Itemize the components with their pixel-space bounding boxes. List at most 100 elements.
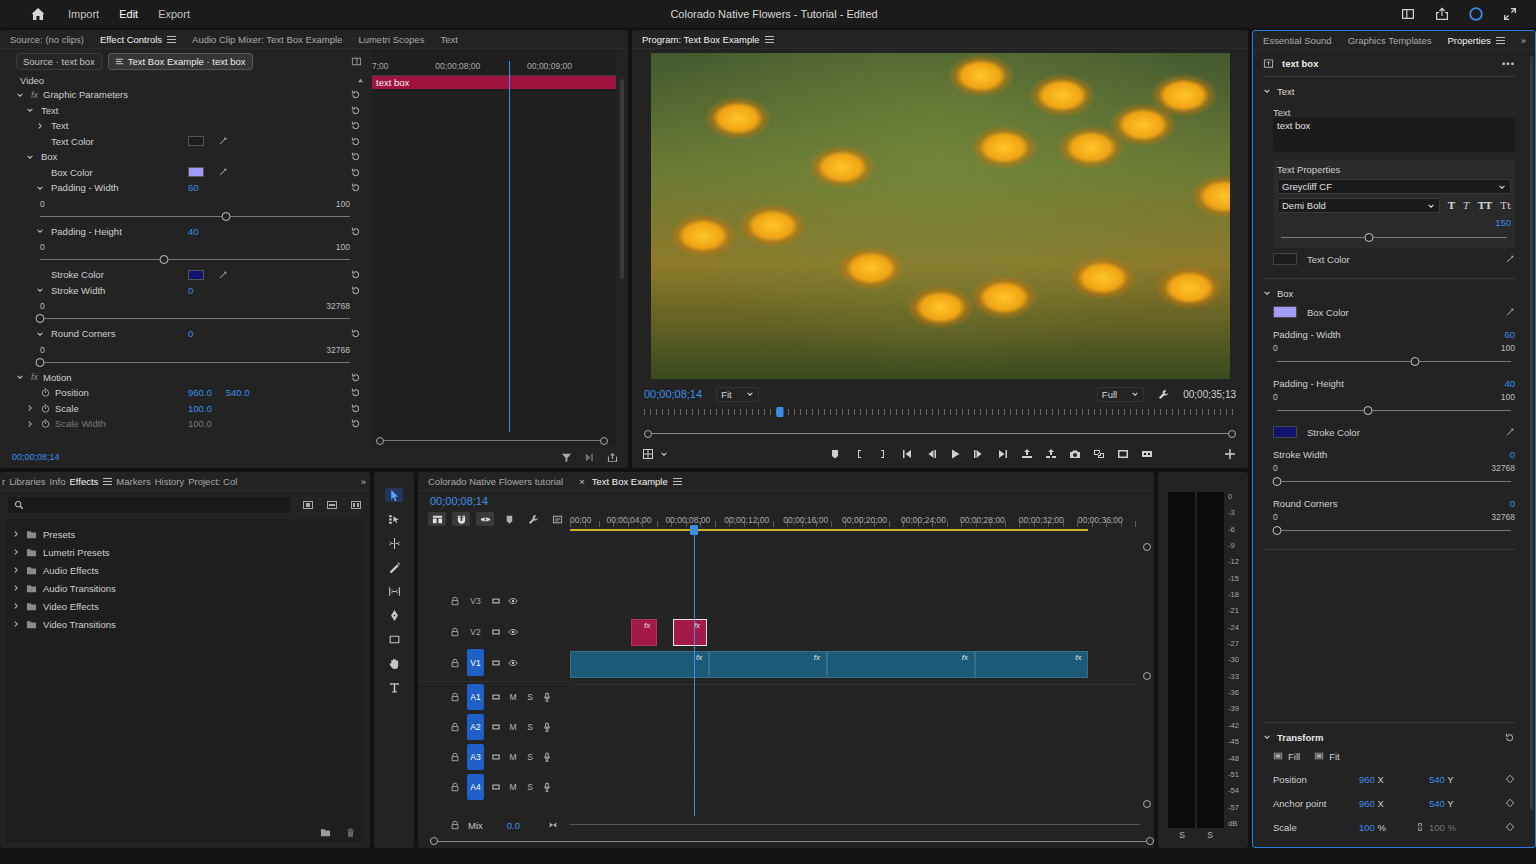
lift-icon[interactable]	[1021, 448, 1033, 460]
trash-icon[interactable]	[345, 827, 356, 838]
sequence-tab[interactable]: Colorado Native Flowers tutorial	[428, 476, 563, 487]
track-target-button[interactable]: V2	[467, 618, 484, 645]
slider-knob[interactable]	[36, 314, 45, 323]
x-value[interactable]: 960 X	[1359, 798, 1411, 809]
sync-lock-icon[interactable]	[491, 752, 501, 762]
home-icon[interactable]	[30, 6, 46, 22]
panel-tab[interactable]: Audio Clip Mixer: Text Box Example	[192, 34, 342, 45]
lock-icon[interactable]	[450, 658, 460, 668]
reset-icon[interactable]	[350, 328, 361, 339]
panel-menu-icon[interactable]	[673, 477, 682, 486]
add-button-icon[interactable]	[1224, 448, 1236, 460]
more-options-button[interactable]: •••	[1502, 58, 1515, 69]
slider-knob[interactable]	[1273, 477, 1282, 486]
stopwatch-icon[interactable]	[41, 404, 50, 413]
share-icon[interactable]	[1434, 6, 1450, 22]
timeline-toggle-button[interactable]	[476, 512, 494, 526]
link-icon[interactable]	[1415, 822, 1425, 832]
collapse-icon[interactable]	[16, 373, 24, 381]
vr-video-icon[interactable]	[1141, 448, 1153, 460]
slider-value[interactable]: 60	[1504, 329, 1515, 340]
go-to-out-icon[interactable]	[997, 448, 1009, 460]
sync-lock-icon[interactable]	[491, 596, 501, 606]
panel-tab[interactable]: Markers	[116, 476, 150, 487]
reset-icon[interactable]	[350, 285, 361, 296]
mute-button[interactable]: M	[508, 782, 518, 792]
eyedropper-icon[interactable]	[218, 270, 228, 280]
solo-channel-button[interactable]: S	[1207, 830, 1213, 840]
slider-knob[interactable]	[36, 358, 45, 367]
32bit-effects-icon[interactable]	[326, 499, 338, 511]
track-target-button[interactable]: V3	[467, 587, 484, 614]
linked-selection-icon[interactable]	[480, 514, 491, 525]
fullscreen-icon[interactable]	[1502, 6, 1518, 22]
clip[interactable]: fx	[975, 651, 1088, 678]
section-header[interactable]: Transform	[1263, 729, 1515, 745]
captions-icon[interactable]	[552, 514, 563, 525]
tool-button[interactable]	[385, 488, 403, 502]
quality-dropdown[interactable]: Full	[1097, 387, 1144, 402]
insert-nest-icon[interactable]	[432, 514, 443, 525]
fx-badge[interactable]: fx	[962, 653, 968, 662]
solo-button[interactable]: S	[525, 692, 535, 702]
collapse-icon[interactable]	[1263, 87, 1271, 95]
collapse-icon[interactable]	[26, 153, 34, 161]
rectangle-icon[interactable]	[388, 633, 401, 646]
chevron-down-icon[interactable]	[660, 450, 668, 458]
search-field[interactable]	[8, 497, 290, 513]
clip-tab[interactable]: Text Box Example · text box	[108, 53, 253, 70]
fit-option-button[interactable]: Fill	[1273, 751, 1300, 762]
pen-icon[interactable]	[388, 609, 401, 622]
color-swatch[interactable]	[188, 136, 204, 146]
mark-out-icon[interactable]	[877, 448, 889, 460]
clip-tab[interactable]: Source · text box	[16, 53, 102, 70]
slider-track[interactable]	[1277, 361, 1511, 362]
video-track[interactable]	[570, 585, 1140, 617]
slip-icon[interactable]	[388, 585, 401, 598]
settings-wrench-icon[interactable]	[528, 514, 539, 525]
collapse-icon[interactable]	[1263, 733, 1271, 741]
mute-button[interactable]: M	[508, 692, 518, 702]
y-value[interactable]: 100 %	[1429, 822, 1481, 833]
collapse-icon[interactable]	[16, 91, 24, 99]
safe-margins-icon[interactable]	[1117, 448, 1129, 460]
tool-button[interactable]	[385, 608, 403, 622]
step-forward-icon[interactable]	[973, 448, 985, 460]
slider-knob[interactable]	[1365, 233, 1374, 242]
playhead-timecode[interactable]: 00;00;08;14	[644, 388, 702, 400]
tool-button[interactable]	[385, 656, 403, 670]
play-audio-icon[interactable]	[584, 452, 595, 463]
clip[interactable]: fx	[631, 619, 657, 646]
reset-icon[interactable]	[350, 105, 361, 116]
video-track[interactable]: fxfx	[570, 617, 1140, 649]
y-value[interactable]: 540 Y	[1429, 798, 1481, 809]
parameter-value[interactable]: 40	[188, 226, 199, 237]
eyedropper-icon[interactable]	[218, 167, 228, 177]
playhead-handle[interactable]	[690, 525, 698, 535]
microphone-icon[interactable]	[542, 722, 552, 732]
text-field[interactable]: text box	[1273, 118, 1515, 152]
reset-icon[interactable]	[350, 269, 361, 280]
panel-menu-icon[interactable]	[1496, 36, 1505, 45]
keyframe-icon[interactable]	[1505, 798, 1515, 808]
panel-tab[interactable]: Text	[440, 34, 457, 45]
fx-badge[interactable]: fx	[696, 653, 702, 662]
comparison-view-icon[interactable]	[1093, 448, 1105, 460]
fx-badge[interactable]: fx	[31, 372, 38, 382]
collapse-icon[interactable]	[36, 184, 44, 192]
tool-button[interactable]	[385, 584, 403, 598]
workspace-menu-item[interactable]: Edit	[119, 8, 138, 20]
slider-knob[interactable]	[1273, 526, 1282, 535]
keyframe-icon[interactable]	[1505, 822, 1515, 832]
sequence-tab[interactable]: × Text Box Example	[579, 476, 682, 487]
fit-option-button[interactable]: Fit	[1314, 751, 1340, 762]
clip[interactable]: fx	[709, 651, 827, 678]
eyedropper-icon[interactable]	[1505, 427, 1515, 437]
font-size-value[interactable]: 150	[1495, 217, 1511, 228]
step-back-icon[interactable]	[925, 448, 937, 460]
panel-tab[interactable]: Essential Sound	[1263, 35, 1332, 46]
more-tabs-button[interactable]: »	[361, 476, 366, 487]
reset-icon[interactable]	[350, 89, 361, 100]
lock-icon[interactable]	[450, 627, 460, 637]
slider-value[interactable]: 0	[1510, 449, 1515, 460]
